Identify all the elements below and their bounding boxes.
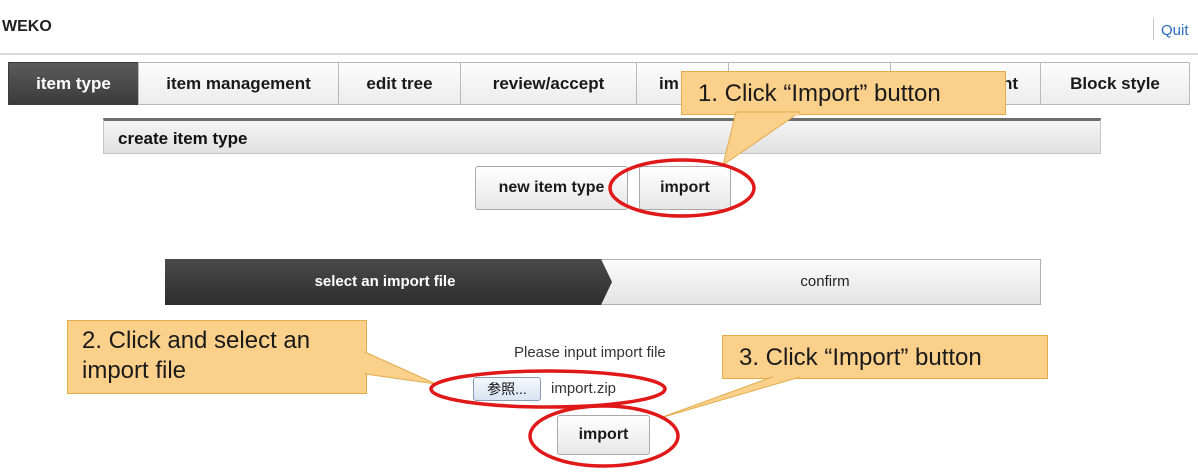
highlight-ring-import — [608, 158, 756, 218]
highlight-ring-file-input — [429, 369, 667, 409]
callout-pointer-1 — [722, 111, 802, 167]
callout-pointer-3 — [659, 376, 801, 419]
callout-pointer-2 — [364, 351, 437, 385]
highlight-ring-submit — [528, 404, 680, 468]
annotation-overlay — [364, 111, 802, 468]
